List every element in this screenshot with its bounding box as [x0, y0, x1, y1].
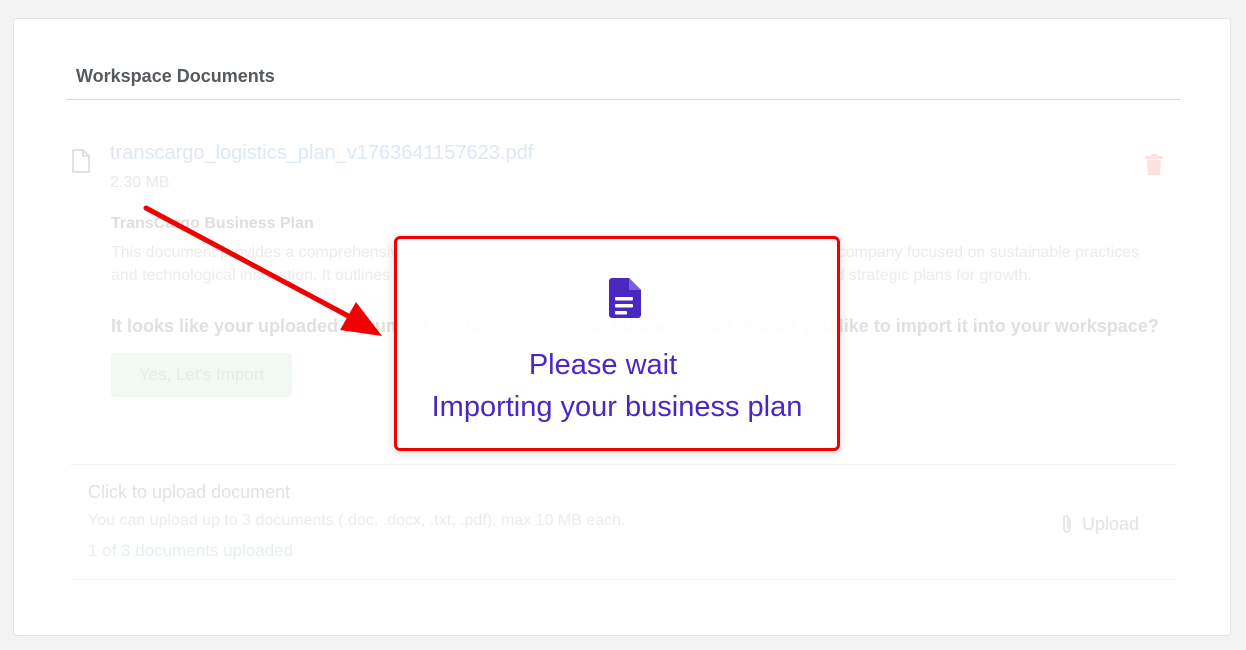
- section-title: Workspace Documents: [76, 66, 275, 86]
- upload-button-label: Upload: [1082, 513, 1140, 534]
- paperclip-icon: [1063, 515, 1071, 533]
- upload-count: 1 of 3 documents uploaded: [88, 541, 294, 560]
- document-icon: [72, 149, 90, 173]
- upload-hint: You can upload up to 3 documents (.doc, …: [88, 512, 626, 529]
- import-progress-modal: Please wait Importing your business plan: [394, 236, 840, 451]
- plan-title: TransCargo Business Plan: [111, 215, 314, 232]
- modal-status-title: Please wait: [528, 349, 678, 381]
- upload-button[interactable]: Upload: [1060, 509, 1170, 539]
- document-file-size: 2.30 MB: [110, 174, 170, 191]
- divider: [66, 99, 1180, 100]
- upload-title[interactable]: Click to upload document: [88, 482, 290, 503]
- document-text-icon: [609, 278, 641, 318]
- document-file-link[interactable]: transcargo_logistics_plan_v1763641157623…: [110, 142, 533, 165]
- upload-panel[interactable]: Click to upload document You can upload …: [70, 464, 1176, 580]
- trash-icon[interactable]: [1144, 154, 1164, 176]
- modal-status-message: Importing your business plan: [431, 391, 803, 423]
- import-button[interactable]: Yes, Let's Import: [111, 353, 292, 397]
